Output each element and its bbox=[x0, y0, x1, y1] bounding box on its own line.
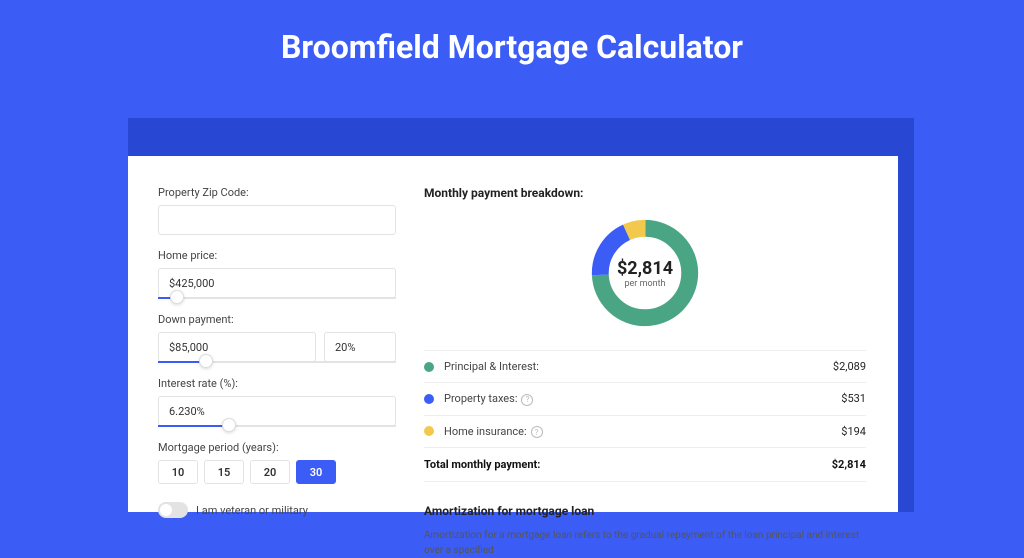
total-value: $2,814 bbox=[832, 458, 866, 471]
slider-fill bbox=[158, 425, 229, 427]
slider-thumb[interactable] bbox=[170, 290, 184, 304]
amortization-title: Amortization for mortgage loan bbox=[424, 504, 866, 518]
donut-chart: $2,814 per month bbox=[586, 214, 704, 332]
info-icon[interactable]: ? bbox=[531, 426, 543, 438]
home-price-slider[interactable] bbox=[158, 297, 396, 299]
legend-value: $531 bbox=[841, 392, 866, 405]
period-options: 10152030 bbox=[158, 460, 396, 484]
legend-row: Property taxes:?$531 bbox=[424, 383, 866, 416]
legend-dot bbox=[424, 426, 434, 436]
interest-label: Interest rate (%): bbox=[158, 377, 396, 390]
legend-value: $194 bbox=[841, 425, 866, 438]
veteran-toggle[interactable] bbox=[158, 502, 188, 518]
zip-label: Property Zip Code: bbox=[158, 186, 396, 199]
legend-label: Principal & Interest: bbox=[444, 360, 833, 373]
interest-input[interactable] bbox=[158, 396, 396, 426]
legend-value: $2,089 bbox=[833, 360, 866, 373]
legend: Principal & Interest:$2,089Property taxe… bbox=[424, 350, 866, 448]
period-10[interactable]: 10 bbox=[158, 460, 198, 484]
total-label: Total monthly payment: bbox=[424, 458, 832, 471]
slider-thumb[interactable] bbox=[222, 418, 236, 432]
donut-center-value: $2,814 bbox=[617, 258, 673, 279]
home-price-label: Home price: bbox=[158, 249, 396, 262]
veteran-label: I am veteran or military bbox=[196, 504, 308, 517]
zip-input[interactable] bbox=[158, 205, 396, 235]
period-20[interactable]: 20 bbox=[250, 460, 290, 484]
period-30[interactable]: 30 bbox=[296, 460, 336, 484]
home-price-input[interactable] bbox=[158, 268, 396, 298]
slider-thumb[interactable] bbox=[199, 354, 213, 368]
total-row: Total monthly payment: $2,814 bbox=[424, 448, 866, 482]
info-icon[interactable]: ? bbox=[521, 394, 533, 406]
down-payment-label: Down payment: bbox=[158, 313, 396, 326]
down-payment-input[interactable] bbox=[158, 332, 316, 362]
amortization-section: Amortization for mortgage loan Amortizat… bbox=[424, 504, 866, 558]
legend-row: Principal & Interest:$2,089 bbox=[424, 351, 866, 383]
interest-slider[interactable] bbox=[158, 425, 396, 427]
calculator-card: Property Zip Code: Home price: Down paym… bbox=[128, 156, 898, 512]
donut-center-sub: per month bbox=[624, 279, 665, 289]
amortization-text: Amortization for a mortgage loan refers … bbox=[424, 528, 866, 558]
period-15[interactable]: 15 bbox=[204, 460, 244, 484]
period-label: Mortgage period (years): bbox=[158, 441, 396, 454]
legend-label: Property taxes:? bbox=[444, 392, 841, 406]
legend-label: Home insurance:? bbox=[444, 425, 841, 439]
breakdown-panel: Monthly payment breakdown: $2,814 per mo… bbox=[424, 186, 866, 512]
breakdown-title: Monthly payment breakdown: bbox=[424, 186, 866, 200]
legend-dot bbox=[424, 394, 434, 404]
down-payment-slider[interactable] bbox=[158, 361, 396, 363]
down-payment-pct-input[interactable] bbox=[324, 332, 396, 362]
legend-row: Home insurance:?$194 bbox=[424, 416, 866, 449]
page-title: Broomfield Mortgage Calculator bbox=[0, 0, 1024, 88]
inputs-panel: Property Zip Code: Home price: Down paym… bbox=[158, 186, 396, 512]
legend-dot bbox=[424, 362, 434, 372]
